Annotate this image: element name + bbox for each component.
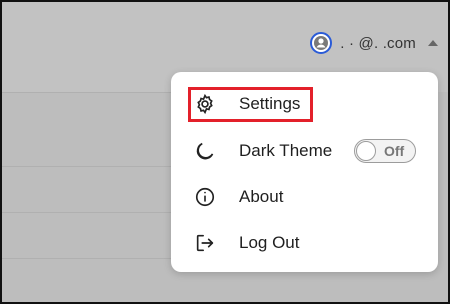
dark-theme-toggle[interactable]: Off: [354, 139, 416, 163]
menu-item-dark-theme[interactable]: Dark Theme Off: [171, 131, 438, 171]
gear-icon: [193, 92, 217, 116]
menu-item-label: Log Out: [239, 233, 300, 252]
background-row-divider: [0, 166, 180, 167]
menu-item-about[interactable]: About: [171, 177, 438, 217]
menu-item-label: Settings: [239, 94, 301, 113]
account-email: . · @. .com: [340, 34, 416, 52]
menu-item-settings[interactable]: Settings: [171, 84, 438, 124]
user-dropdown-menu: Settings Dark Theme Off About Log Out: [171, 72, 438, 272]
toggle-state-label: Off: [384, 143, 405, 159]
background-row-divider: [0, 258, 180, 259]
account-menu-trigger[interactable]: . · @. .com: [310, 32, 438, 54]
menu-item-label: Dark Theme: [239, 141, 333, 160]
background-row-divider: [0, 92, 180, 93]
user-circle-icon: [310, 32, 333, 54]
caret-up-icon[interactable]: [428, 40, 438, 46]
menu-item-label: About: [239, 187, 284, 206]
info-icon: [193, 185, 217, 209]
moon-icon: [193, 139, 217, 163]
logout-icon: [193, 231, 217, 255]
menu-item-log-out[interactable]: Log Out: [171, 223, 438, 263]
toggle-knob: [356, 141, 376, 161]
background-row-divider: [0, 212, 180, 213]
